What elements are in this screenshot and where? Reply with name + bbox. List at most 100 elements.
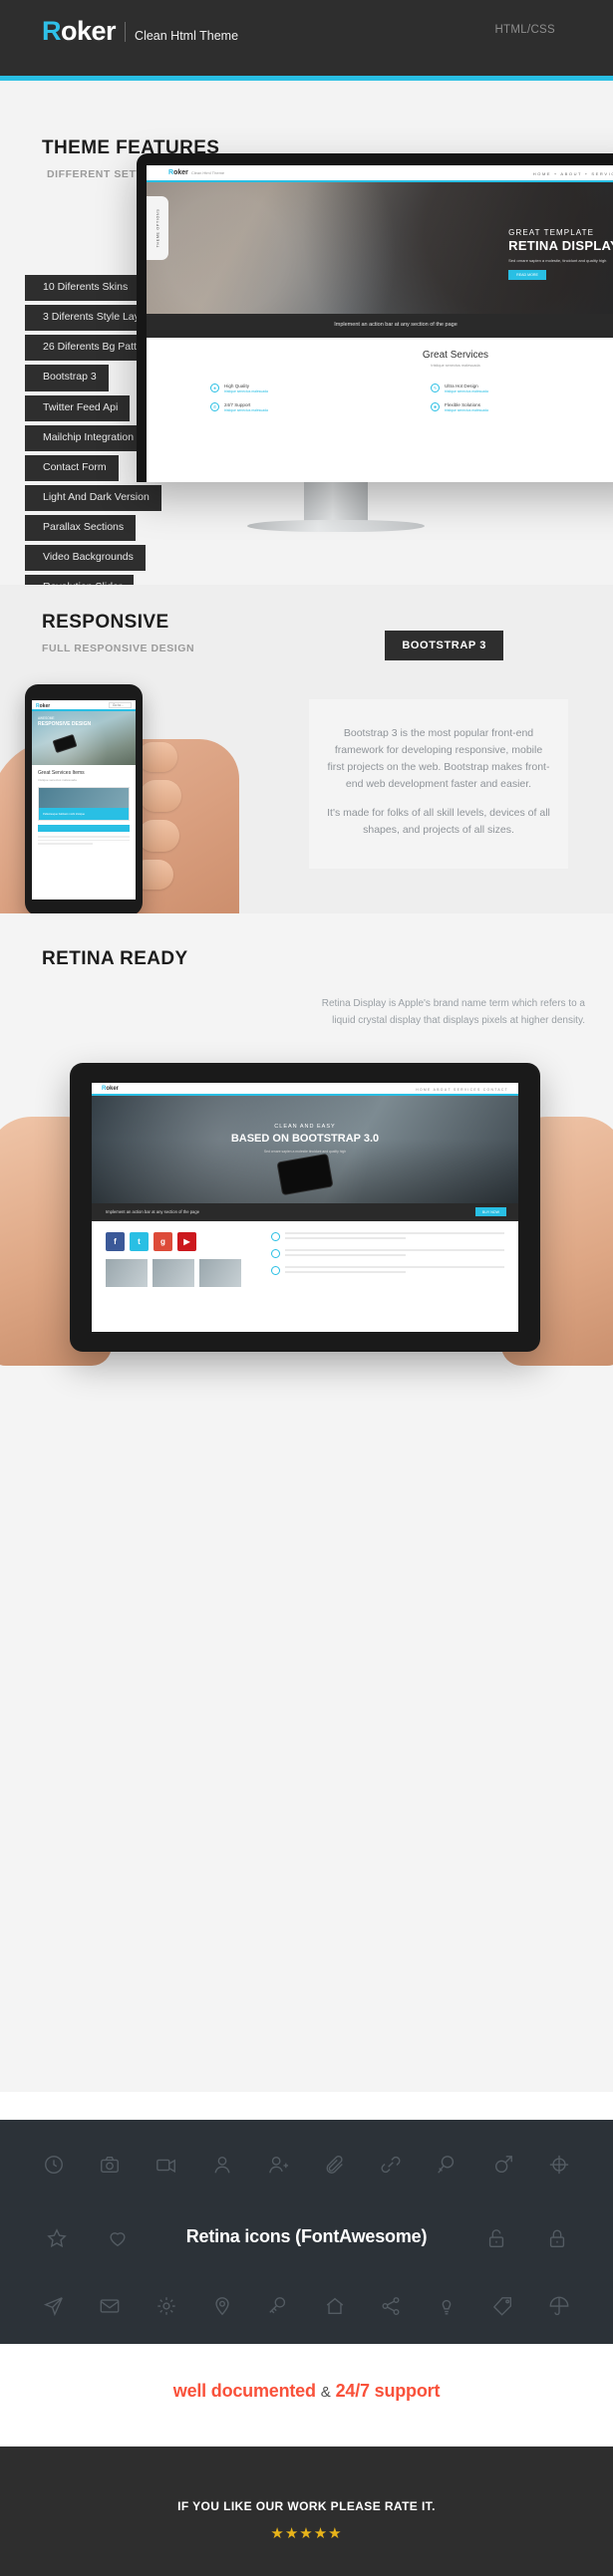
tablet-list-item <box>271 1232 504 1241</box>
feature-tag[interactable]: Mailchip Integration <box>25 424 147 451</box>
brand-divider <box>125 22 127 42</box>
retina-icons-band: Retina icons (FontAwesome) <box>0 2120 613 2344</box>
search-icon <box>438 2156 455 2174</box>
text-line <box>38 839 130 842</box>
brand-logo-rest: oker <box>61 16 117 46</box>
device-illustration <box>52 733 78 754</box>
feature-tag[interactable]: Revolution Slider <box>25 575 135 585</box>
mockup-service-item: ★ High Quality tristique senectus malesu… <box>210 384 403 393</box>
phone-section-title: Great Services Items <box>38 770 85 776</box>
google-plus-icon[interactable]: g <box>153 1232 172 1251</box>
text-line <box>285 1270 406 1273</box>
monitor-stand-base <box>247 520 425 532</box>
mockup-nav-menu[interactable]: HOME + ABOUT + SERVICES + <box>533 171 613 176</box>
tag-icon <box>492 2297 511 2316</box>
crosshair-icon <box>549 2155 568 2175</box>
tablet-content-body: f t g ▶ <box>92 1221 518 1298</box>
facebook-icon[interactable]: f <box>106 1232 125 1251</box>
tablet-mockup: Roker HOME ABOUT SERVICES CONTACT CLEAN … <box>70 1063 540 1352</box>
mockup-logo-rest: oker <box>173 169 188 176</box>
bootstrap-badge[interactable]: BOOTSTRAP 3 <box>385 631 503 660</box>
phone-illustration <box>276 1153 334 1196</box>
bullet-icon <box>271 1249 280 1258</box>
support-text: 24/7 support <box>335 2381 441 2401</box>
support-icon: ✆ <box>210 402 219 411</box>
tablet-logo: Roker <box>102 1086 119 1092</box>
theme-options-tab[interactable]: THEME OPTIONS <box>147 196 168 260</box>
mockup-services-subtitle: tristique senectus malesuada <box>431 364 480 368</box>
feature-tag[interactable]: Video Backgrounds <box>25 545 146 572</box>
phone-hero: AWESOME RESPONSIVE DESIGN <box>32 711 136 765</box>
bullet-icon <box>271 1266 280 1275</box>
text-lines <box>285 1266 504 1275</box>
phone-card-caption-bar: Pellentesque habitant morbi tristique <box>39 808 129 820</box>
feature-tag[interactable]: Parallax Sections <box>25 515 137 542</box>
mockup-hero-text: GREAT TEMPLATE RETINA DISPLAY Sed ornare… <box>508 228 613 281</box>
send-icon <box>44 2297 64 2317</box>
bootstrap-description-panel: Bootstrap 3 is the most popular front-en… <box>309 699 568 869</box>
phone-logo-rest: oker <box>39 702 51 709</box>
phone-navbar: Roker Go to... <box>32 700 136 711</box>
star-rating[interactable]: ★★★★★ <box>0 2524 613 2543</box>
well-documented-text: well documented <box>172 2381 316 2401</box>
text-line <box>285 1232 504 1234</box>
social-icons-row: f t g ▶ <box>106 1232 255 1251</box>
tablet-hero-desc: Sed ornare sapien a molestie tincidunt a… <box>263 1150 347 1154</box>
phone-nav-select[interactable]: Go to... <box>108 702 132 708</box>
male-icon <box>494 2156 512 2174</box>
mockup-service-text: Ultra Hot Design tristique senectus male… <box>445 384 488 393</box>
mockup-services: Great Services tristique senectus malesu… <box>147 338 613 421</box>
tablet-buy-now-button[interactable]: BUY NOW <box>474 1207 506 1216</box>
finger-shape <box>138 742 177 772</box>
home-icon <box>326 2297 343 2315</box>
feature-tag-row: Light And Dark Version <box>25 484 171 515</box>
mockup-hero-button[interactable]: READ MORE <box>508 270 546 280</box>
responsive-heading-group: RESPONSIVE FULL RESPONSIVE DESIGN <box>42 612 194 654</box>
feature-tag[interactable]: 10 Diferents Skins <box>25 275 141 302</box>
documented-support-section: well documented & 24/7 support <box>0 2344 613 2447</box>
mockup-service-sub: tristique senectus malesuada <box>224 389 268 393</box>
mockup-logo-tagline: Clean Html Theme <box>190 170 225 175</box>
phone-services-block: Great Services Items tristique senectus … <box>32 765 136 852</box>
map-pin-icon <box>215 2297 229 2316</box>
tablet-hero: CLEAN AND EASY BASED ON BOOTSTRAP 3.0 Se… <box>92 1096 518 1203</box>
phone-card[interactable]: Pellentesque habitant morbi tristique <box>38 787 130 821</box>
retina-ready-section: RETINA READY Retina Display is Apple's b… <box>0 913 613 2092</box>
phone-card-image <box>39 788 129 808</box>
feature-tag-row: Video Backgrounds <box>25 545 171 575</box>
mockup-services-column: ✎ Ultra Hot Design tristique senectus ma… <box>431 384 613 421</box>
responsive-title: RESPONSIVE <box>42 612 169 633</box>
youtube-icon[interactable]: ▶ <box>177 1232 196 1251</box>
brand-lockup[interactable]: Roker Clean Html Theme <box>42 18 238 45</box>
mockup-logo: Roker Clean Html Theme <box>168 169 224 176</box>
text-line <box>285 1253 406 1256</box>
tablet-screen: Roker HOME ABOUT SERVICES CONTACT CLEAN … <box>92 1083 518 1332</box>
retina-title: RETINA READY <box>42 948 188 969</box>
tablet-hero-title: BASED ON BOOTSTRAP 3.0 <box>230 1133 380 1145</box>
text-lines <box>285 1232 504 1241</box>
mockup-service-sub: tristique senectus malesuada <box>445 408 488 412</box>
mockup-service-sub: tristique senectus malesuada <box>445 389 488 393</box>
feature-tag[interactable]: Contact Form <box>25 454 119 481</box>
link-icon <box>381 2156 401 2174</box>
hand-holding-phone-image: Roker Go to... AWESOME RESPONSIVE DESIGN… <box>0 684 299 913</box>
video-icon <box>155 2159 175 2174</box>
tablet-left-column: f t g ▶ <box>106 1232 255 1287</box>
mockup-services-heading: Great Services tristique senectus malesu… <box>288 350 613 368</box>
envelope-icon <box>101 2299 120 2313</box>
tablet-nav-menu[interactable]: HOME ABOUT SERVICES CONTACT <box>416 1088 508 1092</box>
twitter-icon[interactable]: t <box>130 1232 149 1251</box>
mockup-service-title: Flexible Solutions <box>445 402 481 407</box>
feature-tag[interactable]: Light And Dark Version <box>25 484 161 511</box>
finger-shape <box>138 820 179 852</box>
phone-cta-button[interactable] <box>38 825 130 832</box>
user-add-icon <box>269 2156 289 2174</box>
rate-footer-section: IF YOU LIKE OUR WORK PLEASE RATE IT. ★★★… <box>0 2447 613 2576</box>
rate-prompt-text: IF YOU LIKE OUR WORK PLEASE RATE IT. <box>177 2499 436 2513</box>
feature-tag[interactable]: Twitter Feed Api <box>25 394 131 421</box>
mockup-service-sub: tristique senectus malesuada <box>224 408 268 412</box>
clock-icon <box>45 2156 64 2174</box>
tablet-right-column <box>271 1232 504 1287</box>
feature-tag[interactable]: Bootstrap 3 <box>25 365 109 391</box>
ampersand-separator: & <box>320 2384 331 2401</box>
